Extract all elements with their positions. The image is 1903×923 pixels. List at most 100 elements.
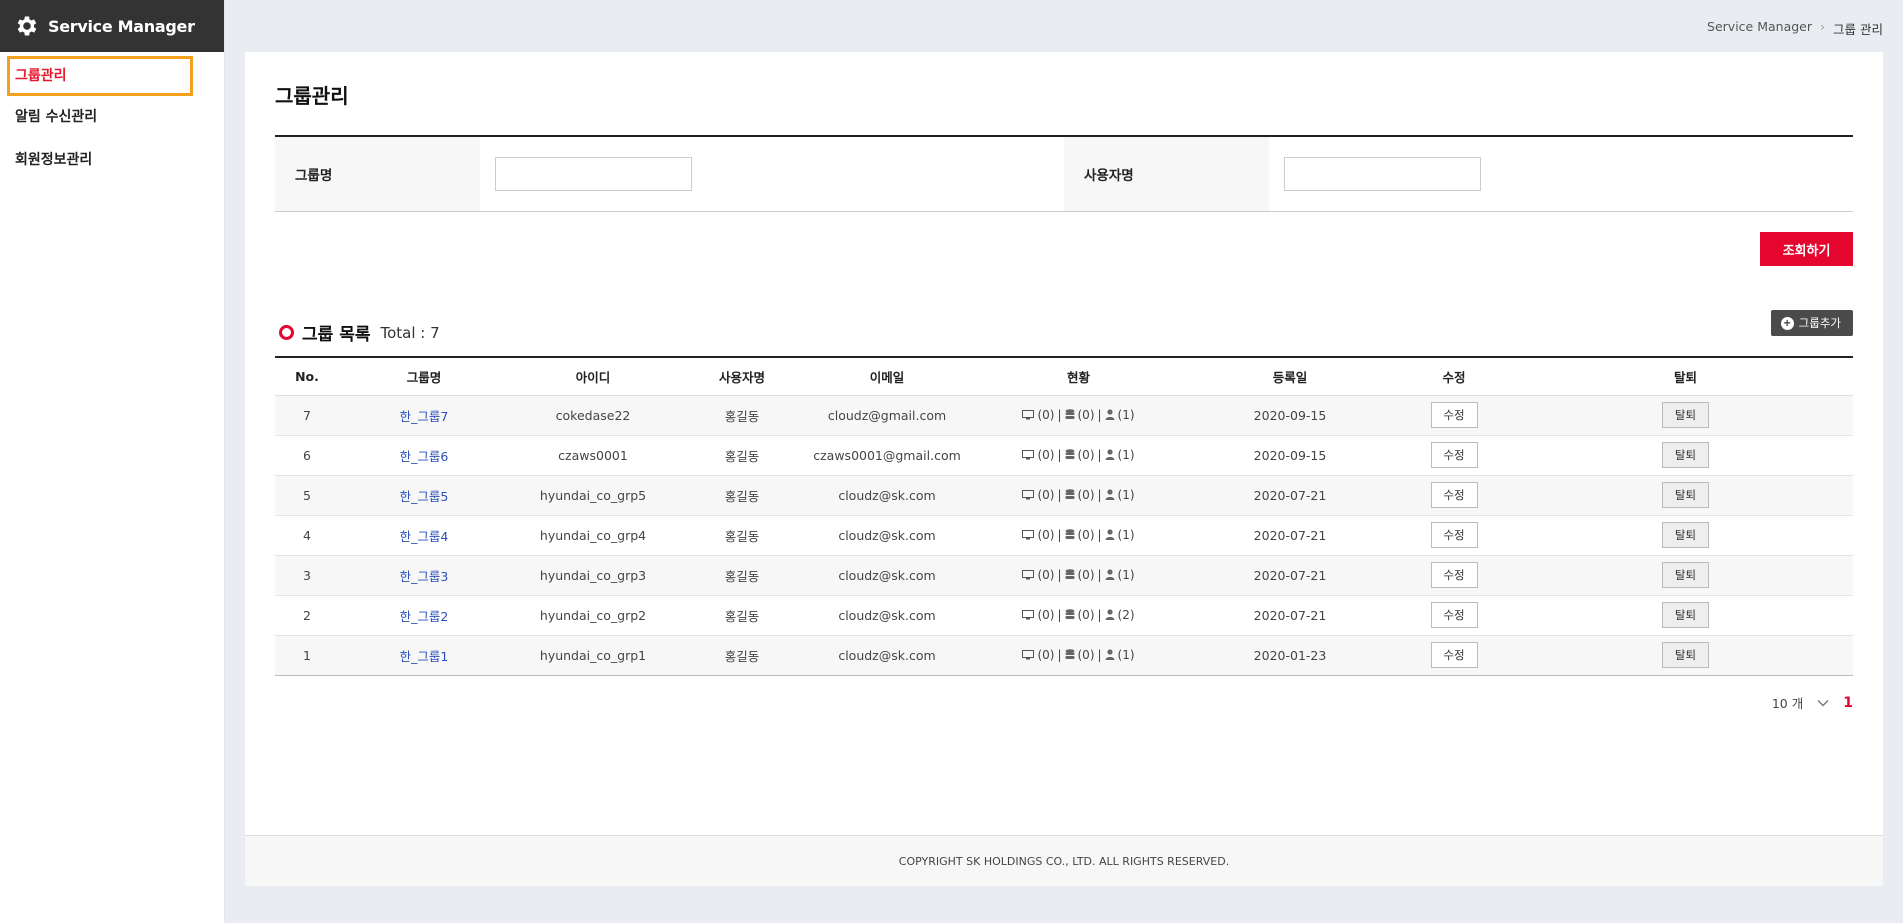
row-id: hyundai_co_grp4 xyxy=(509,515,677,556)
table-row: 3 한_그룹3 hyundai_co_grp3 홍길동 cloudz@sk.com (0)… xyxy=(275,555,1853,596)
breadcrumb-current: 그룹 관리 xyxy=(1833,22,1883,37)
user-name-input[interactable] xyxy=(1284,157,1481,191)
column-header-id[interactable]: 아이디 xyxy=(509,356,677,396)
leave-button[interactable]: 탈퇴 xyxy=(1662,482,1709,508)
row-id: hyundai_co_grp3 xyxy=(509,555,677,596)
edit-button[interactable]: 수정 xyxy=(1430,522,1478,548)
user-icon xyxy=(1105,569,1115,580)
row-user: 홍길동 xyxy=(677,515,807,556)
column-header-edit: 수정 xyxy=(1390,356,1518,396)
db-count: (0) xyxy=(1077,447,1095,462)
leave-button[interactable]: 탈퇴 xyxy=(1662,562,1709,588)
edit-button[interactable]: 수정 xyxy=(1430,442,1478,468)
column-header-user[interactable]: 사용자명 xyxy=(677,356,807,396)
row-no: 3 xyxy=(275,555,339,596)
status-divider: | xyxy=(1057,407,1062,422)
database-icon xyxy=(1065,489,1075,500)
group-name-link[interactable]: 한_그룹4 xyxy=(400,529,449,544)
breadcrumb-root[interactable]: Service Manager xyxy=(1707,19,1812,38)
breadcrumb-separator: › xyxy=(1820,19,1826,34)
row-date: 2020-07-21 xyxy=(1190,515,1390,556)
column-header-email[interactable]: 이메일 xyxy=(807,356,967,396)
user-icon xyxy=(1105,409,1115,420)
column-header-date[interactable]: 등록일 xyxy=(1190,356,1390,396)
row-no: 2 xyxy=(275,595,339,636)
row-email: cloudz@gmail.com xyxy=(807,395,967,436)
row-email: cloudz@sk.com xyxy=(807,515,967,556)
group-table: No. 그룹명 아이디 사용자명 이메일 현황 등록일 수정 탈퇴 7 한_그룹7… xyxy=(275,356,1853,676)
group-name-link[interactable]: 한_그룹7 xyxy=(400,409,449,424)
sidebar: Service Manager 그룹관리 알림 수신관리 회원정보관리 xyxy=(0,0,225,923)
row-no: 4 xyxy=(275,515,339,556)
group-name-link[interactable]: 한_그룹5 xyxy=(400,489,449,504)
member-count: (1) xyxy=(1117,487,1135,502)
row-email: cloudz@sk.com xyxy=(807,595,967,636)
sidebar-item-group-management[interactable]: 그룹관리 xyxy=(7,56,193,96)
copyright-text: COPYRIGHT SK HOLDINGS CO., LTD. ALL RIGH… xyxy=(898,854,1230,868)
row-user: 홍길동 xyxy=(677,555,807,596)
pagination: 10 개 1 xyxy=(1772,693,1853,712)
group-name-link[interactable]: 한_그룹1 xyxy=(400,649,449,664)
brand-header[interactable]: Service Manager xyxy=(0,0,224,52)
sidebar-item-member-management[interactable]: 회원정보관리 xyxy=(0,139,224,182)
edit-button[interactable]: 수정 xyxy=(1430,482,1478,508)
circle-bullet-icon xyxy=(279,325,294,340)
status-divider: | xyxy=(1057,447,1062,462)
leave-button[interactable]: 탈퇴 xyxy=(1662,522,1709,548)
member-count: (2) xyxy=(1117,607,1135,622)
group-list-title: 그룹 목록 xyxy=(302,325,371,345)
column-header-no[interactable]: No. xyxy=(275,356,339,396)
page-size-select[interactable]: 10 개 xyxy=(1772,693,1803,712)
table-row: 2 한_그룹2 hyundai_co_grp2 홍길동 cloudz@sk.com (0)… xyxy=(275,595,1853,636)
monitor-icon xyxy=(1022,409,1035,420)
group-name-link[interactable]: 한_그룹6 xyxy=(400,449,449,464)
vm-count: (0) xyxy=(1037,527,1055,542)
leave-button[interactable]: 탈퇴 xyxy=(1662,642,1709,668)
page-title: 그룹관리 xyxy=(275,84,349,108)
leave-button[interactable]: 탈퇴 xyxy=(1662,602,1709,628)
edit-button[interactable]: 수정 xyxy=(1430,602,1478,628)
group-name-link[interactable]: 한_그룹3 xyxy=(400,569,449,584)
row-status: (0) | (0) | (1) xyxy=(1022,567,1135,582)
user-icon xyxy=(1105,449,1115,460)
table-row: 5 한_그룹5 hyundai_co_grp5 홍길동 cloudz@sk.com (0)… xyxy=(275,475,1853,516)
status-divider: | xyxy=(1097,447,1102,462)
edit-button[interactable]: 수정 xyxy=(1430,642,1478,668)
edit-button[interactable]: 수정 xyxy=(1430,562,1478,588)
column-header-status[interactable]: 현황 xyxy=(967,356,1190,396)
column-header-group[interactable]: 그룹명 xyxy=(339,356,509,396)
row-id: hyundai_co_grp2 xyxy=(509,595,677,636)
search-button[interactable]: 조회하기 xyxy=(1760,232,1853,266)
row-id: hyundai_co_grp5 xyxy=(509,475,677,516)
db-count: (0) xyxy=(1077,527,1095,542)
row-email: cloudz@sk.com xyxy=(807,475,967,516)
monitor-icon xyxy=(1022,529,1035,540)
column-header-leave: 탈퇴 xyxy=(1518,356,1853,396)
chevron-down-icon[interactable] xyxy=(1817,697,1829,709)
search-form: 그룹명 사용자명 xyxy=(275,135,1853,212)
row-date: 2020-09-15 xyxy=(1190,435,1390,476)
group-name-link[interactable]: 한_그룹2 xyxy=(400,609,449,624)
database-icon xyxy=(1065,409,1075,420)
row-email: cloudz@sk.com xyxy=(807,555,967,596)
database-icon xyxy=(1065,649,1075,660)
user-icon xyxy=(1105,609,1115,620)
status-divider: | xyxy=(1057,647,1062,662)
user-icon xyxy=(1105,529,1115,540)
sidebar-item-notification-management[interactable]: 알림 수신관리 xyxy=(0,96,224,139)
vm-count: (0) xyxy=(1037,607,1055,622)
row-id: cokedase22 xyxy=(509,395,677,436)
row-date: 2020-07-21 xyxy=(1190,555,1390,596)
group-name-input[interactable] xyxy=(495,157,692,191)
content-panel: 그룹관리 그룹명 사용자명 조회하기 그룹 목록 Total : 7 + 그룹추… xyxy=(245,52,1883,886)
edit-button[interactable]: 수정 xyxy=(1430,402,1478,428)
add-group-button[interactable]: + 그룹추가 xyxy=(1770,310,1853,336)
db-count: (0) xyxy=(1077,607,1095,622)
row-status: (0) | (0) | (1) xyxy=(1022,407,1135,422)
page-number-current[interactable]: 1 xyxy=(1843,695,1853,711)
table-row: 1 한_그룹1 hyundai_co_grp1 홍길동 cloudz@sk.com (0)… xyxy=(275,635,1853,676)
leave-button[interactable]: 탈퇴 xyxy=(1662,402,1709,428)
row-status: (0) | (0) | (1) xyxy=(1022,487,1135,502)
vm-count: (0) xyxy=(1037,567,1055,582)
leave-button[interactable]: 탈퇴 xyxy=(1662,442,1709,468)
